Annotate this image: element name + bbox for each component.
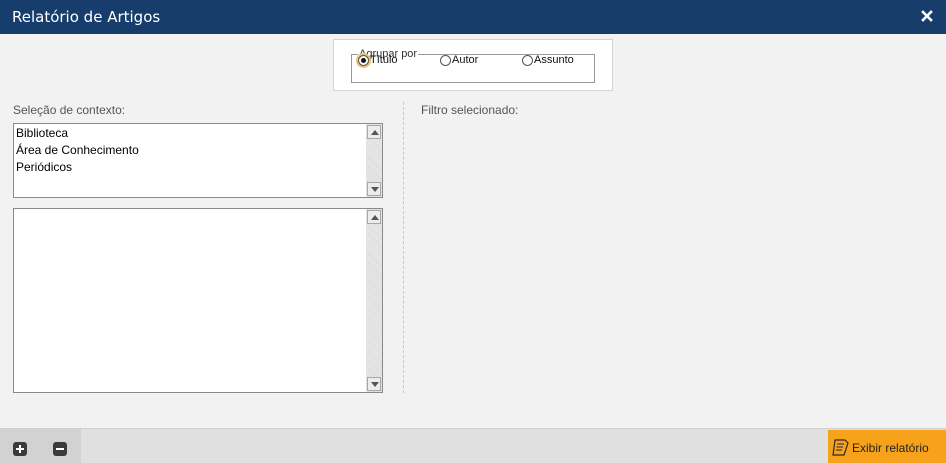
values-scrollbar[interactable] (366, 209, 382, 392)
report-icon (832, 439, 849, 459)
list-item-periodicos[interactable]: Periódicos (16, 159, 139, 176)
close-icon[interactable] (920, 9, 934, 23)
radio-titulo-button[interactable] (358, 54, 369, 66)
radio-autor-label: Autor (452, 54, 479, 66)
radio-titulo[interactable]: Título (358, 54, 398, 66)
chevron-down-icon (371, 187, 379, 192)
footer-bar: Exibir relatório (0, 428, 946, 463)
chevron-up-icon (371, 130, 379, 135)
show-report-button[interactable]: Exibir relatório (828, 430, 946, 463)
context-selection-label: Seleção de contexto: (13, 103, 126, 117)
scroll-up-button[interactable] (367, 125, 381, 139)
radio-assunto-button[interactable] (522, 54, 533, 66)
chevron-down-icon (371, 382, 379, 387)
context-list-items: Biblioteca Área de Conhecimento Periódic… (16, 125, 139, 176)
list-item-biblioteca[interactable]: Biblioteca (16, 125, 139, 142)
radio-autor-button[interactable] (440, 54, 451, 66)
context-listbox[interactable]: Biblioteca Área de Conhecimento Periódic… (13, 123, 383, 198)
footer-button-zone (0, 429, 81, 463)
scroll-down-button[interactable] (367, 182, 381, 196)
selected-filter-label: Filtro selecionado: (421, 103, 519, 117)
radio-assunto[interactable]: Assunto (522, 54, 574, 66)
list-item-area-de-conhecimento[interactable]: Área de Conhecimento (16, 142, 139, 159)
context-scrollbar[interactable] (366, 124, 382, 197)
show-report-label: Exibir relatório (852, 441, 929, 455)
title-bar: Relatório de Artigos (0, 0, 946, 34)
scroll-down-button[interactable] (367, 377, 381, 391)
chevron-up-icon (371, 215, 379, 220)
scroll-up-button[interactable] (367, 210, 381, 224)
context-values-listbox[interactable] (13, 208, 383, 393)
radio-assunto-label: Assunto (534, 54, 574, 66)
vertical-divider (403, 102, 404, 393)
radio-autor[interactable]: Autor (440, 54, 478, 66)
radio-titulo-label: Título (370, 54, 398, 66)
group-by-panel: Agrupar por Título Autor Assunto (333, 39, 613, 91)
window-title: Relatório de Artigos (12, 8, 161, 26)
minus-icon[interactable] (53, 442, 67, 456)
plus-icon[interactable] (13, 442, 27, 456)
